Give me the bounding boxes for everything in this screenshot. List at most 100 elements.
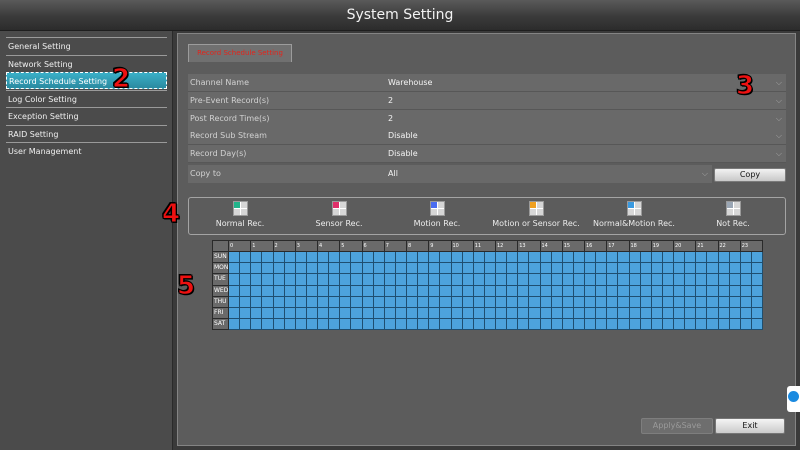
schedule-cell[interactable] — [383, 251, 396, 264]
schedule-cell[interactable] — [283, 306, 296, 319]
sidebar-item-exception-setting[interactable]: Exception Setting — [6, 107, 167, 124]
schedule-cell[interactable] — [417, 273, 430, 286]
schedule-cell[interactable] — [239, 295, 252, 308]
schedule-cell[interactable] — [405, 251, 419, 264]
schedule-cell[interactable] — [572, 262, 586, 275]
schedule-cell[interactable] — [583, 251, 597, 264]
schedule-cell[interactable] — [494, 262, 508, 275]
schedule-cell[interactable] — [428, 295, 441, 308]
schedule-cell[interactable] — [439, 295, 452, 308]
schedule-cell[interactable] — [739, 251, 752, 264]
schedule-cell[interactable] — [739, 295, 752, 308]
schedule-cell[interactable] — [617, 306, 630, 319]
schedule-cell[interactable] — [305, 262, 319, 275]
schedule-cell[interactable] — [606, 306, 619, 319]
schedule-cell[interactable] — [316, 306, 330, 319]
schedule-cell[interactable] — [750, 317, 764, 331]
schedule-cell[interactable] — [650, 306, 663, 319]
schedule-cell[interactable] — [728, 273, 741, 286]
schedule-cell[interactable] — [628, 317, 641, 331]
schedule-cell[interactable] — [672, 306, 686, 319]
schedule-cell[interactable] — [227, 284, 241, 297]
schedule-cell[interactable] — [339, 306, 352, 319]
schedule-cell[interactable] — [606, 284, 619, 297]
schedule-cell[interactable] — [250, 317, 263, 331]
schedule-cell[interactable] — [394, 317, 408, 331]
schedule-cell[interactable] — [517, 317, 530, 331]
schedule-cell[interactable] — [684, 284, 697, 297]
schedule-cell[interactable] — [639, 273, 652, 286]
schedule-cell[interactable] — [695, 251, 708, 264]
schedule-cell[interactable] — [695, 262, 708, 275]
schedule-cell[interactable] — [417, 306, 430, 319]
schedule-cell[interactable] — [261, 262, 274, 275]
schedule-cell[interactable] — [628, 251, 641, 264]
schedule-cell[interactable] — [250, 262, 263, 275]
schedule-cell[interactable] — [316, 295, 330, 308]
schedule-cell[interactable] — [528, 262, 541, 275]
schedule-cell[interactable] — [461, 262, 474, 275]
schedule-cell[interactable] — [672, 273, 686, 286]
legend-item-motion-rec[interactable]: Motion Rec. — [392, 201, 482, 228]
schedule-cell[interactable] — [595, 317, 608, 331]
schedule-cell[interactable] — [494, 306, 508, 319]
schedule-cell[interactable] — [350, 295, 363, 308]
schedule-cell[interactable] — [739, 317, 752, 331]
schedule-cell[interactable] — [494, 273, 508, 286]
schedule-cell[interactable] — [639, 284, 652, 297]
schedule-cell[interactable] — [750, 273, 764, 286]
schedule-cell[interactable] — [706, 317, 719, 331]
schedule-cell[interactable] — [450, 295, 463, 308]
schedule-cell[interactable] — [417, 262, 430, 275]
schedule-cell[interactable] — [650, 317, 663, 331]
schedule-cell[interactable] — [394, 284, 408, 297]
schedule-cell[interactable] — [506, 284, 519, 297]
schedule-cell[interactable] — [483, 262, 497, 275]
schedule-cell[interactable] — [272, 284, 285, 297]
schedule-cell[interactable] — [450, 262, 463, 275]
schedule-cell[interactable] — [328, 273, 341, 286]
schedule-cell[interactable] — [528, 317, 541, 331]
schedule-cell[interactable] — [661, 295, 675, 308]
schedule-cell[interactable] — [661, 284, 675, 297]
sidebar-item-log-color-setting[interactable]: Log Color Setting — [6, 90, 167, 107]
schedule-cell[interactable] — [583, 317, 597, 331]
schedule-cell[interactable] — [628, 262, 641, 275]
sidebar-item-network-setting[interactable]: Network Setting — [6, 55, 167, 72]
schedule-cell[interactable] — [305, 273, 319, 286]
schedule-cell[interactable] — [672, 262, 686, 275]
post-record-time-select[interactable]: Post Record Time(s) 2 ⌵ — [188, 110, 786, 128]
schedule-cell[interactable] — [684, 317, 697, 331]
legend-item-motion-or-sensor-rec[interactable]: Motion or Sensor Rec. — [491, 201, 581, 228]
schedule-cell[interactable] — [639, 317, 652, 331]
schedule-cell[interactable] — [750, 251, 764, 264]
schedule-cell[interactable] — [661, 306, 675, 319]
schedule-cell[interactable] — [483, 317, 497, 331]
schedule-cell[interactable] — [728, 251, 741, 264]
schedule-cell[interactable] — [706, 273, 719, 286]
schedule-cell[interactable] — [550, 251, 563, 264]
schedule-cell[interactable] — [394, 273, 408, 286]
schedule-cell[interactable] — [328, 262, 341, 275]
legend-item-normal-motion-rec[interactable]: Normal&Motion Rec. — [589, 201, 679, 228]
schedule-cell[interactable] — [617, 273, 630, 286]
schedule-cell[interactable] — [617, 262, 630, 275]
schedule-cell[interactable] — [561, 306, 574, 319]
schedule-cell[interactable] — [706, 295, 719, 308]
schedule-cell[interactable] — [261, 284, 274, 297]
schedule-cell[interactable] — [528, 251, 541, 264]
schedule-cell[interactable] — [350, 306, 363, 319]
schedule-cell[interactable] — [695, 306, 708, 319]
schedule-cell[interactable] — [283, 295, 296, 308]
schedule-cell[interactable] — [328, 295, 341, 308]
schedule-cell[interactable] — [561, 251, 574, 264]
schedule-cell[interactable] — [728, 295, 741, 308]
schedule-cell[interactable] — [261, 251, 274, 264]
schedule-cell[interactable] — [494, 251, 508, 264]
schedule-cell[interactable] — [517, 273, 530, 286]
schedule-cell[interactable] — [272, 306, 285, 319]
schedule-cell[interactable] — [617, 295, 630, 308]
schedule-cell[interactable] — [372, 273, 385, 286]
schedule-cell[interactable] — [639, 262, 652, 275]
schedule-cell[interactable] — [684, 295, 697, 308]
